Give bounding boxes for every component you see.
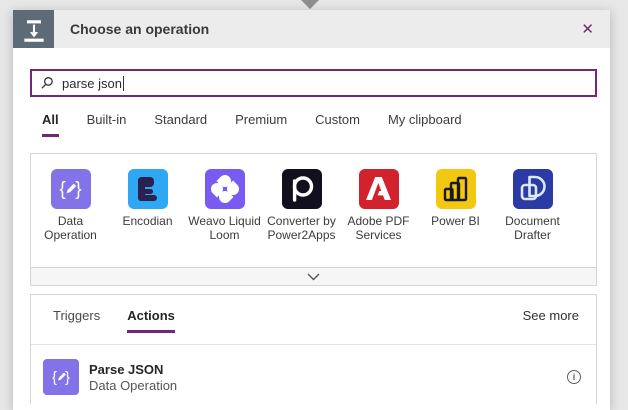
connector-weavo-liquid-loom[interactable]: Weavo Liquid Loom — [186, 169, 263, 267]
connector-power-bi[interactable]: Power BI — [417, 169, 494, 267]
connector-encodian[interactable]: Encodian — [109, 169, 186, 267]
search-icon — [40, 76, 54, 90]
chevron-down-icon — [307, 273, 320, 281]
flow-connector-arrow-icon — [301, 0, 319, 9]
collapse-gallery-button[interactable] — [30, 267, 597, 286]
data-operation-icon: {} — [51, 169, 91, 209]
tab-actions[interactable]: Actions — [127, 308, 175, 333]
dialog-title: Choose an operation — [70, 21, 209, 37]
document-drafter-d-icon — [513, 169, 553, 209]
power-bi-bars-icon — [436, 169, 476, 209]
choose-operation-dialog: Choose an operation ✕ parse json All Bui… — [13, 10, 610, 410]
search-input[interactable]: parse json — [30, 69, 597, 97]
tab-standard[interactable]: Standard — [154, 112, 207, 137]
parse-json-icon: {} — [43, 359, 79, 395]
adobe-logo-icon — [359, 169, 399, 209]
connector-converter-power2apps[interactable]: Converter by Power2Apps — [263, 169, 340, 267]
category-tabs: All Built-in Standard Premium Custom My … — [30, 112, 597, 137]
tab-built-in[interactable]: Built-in — [87, 112, 127, 137]
close-button[interactable]: ✕ — [577, 18, 598, 41]
tab-my-clipboard[interactable]: My clipboard — [388, 112, 462, 137]
dialog-header: Choose an operation ✕ — [13, 10, 610, 48]
power2apps-p-icon — [282, 169, 322, 209]
result-subtitle: Data Operation — [89, 378, 177, 393]
see-more-link[interactable]: See more — [523, 308, 579, 323]
info-icon[interactable]: i — [567, 370, 581, 384]
tab-custom[interactable]: Custom — [315, 112, 360, 137]
results-panel: Triggers Actions See more {} Parse JSON … — [30, 294, 597, 404]
connector-gallery: {} Data Operation Encodian — [30, 153, 597, 268]
encodian-icon — [128, 169, 168, 209]
results-header: Triggers Actions See more — [31, 295, 596, 345]
tab-premium[interactable]: Premium — [235, 112, 287, 137]
text-caret — [123, 76, 124, 91]
connector-document-drafter[interactable]: Document Drafter — [494, 169, 571, 267]
weavo-pinwheel-icon — [205, 169, 245, 209]
new-step-icon — [13, 10, 54, 48]
connector-data-operation[interactable]: {} Data Operation — [32, 169, 109, 267]
connector-adobe-pdf-services[interactable]: Adobe PDF Services — [340, 169, 417, 267]
tab-all[interactable]: All — [42, 112, 59, 137]
tab-triggers[interactable]: Triggers — [53, 308, 100, 333]
result-title: Parse JSON — [89, 362, 177, 378]
result-parse-json[interactable]: {} Parse JSON Data Operation i — [31, 345, 596, 395]
search-value: parse json — [62, 76, 122, 91]
